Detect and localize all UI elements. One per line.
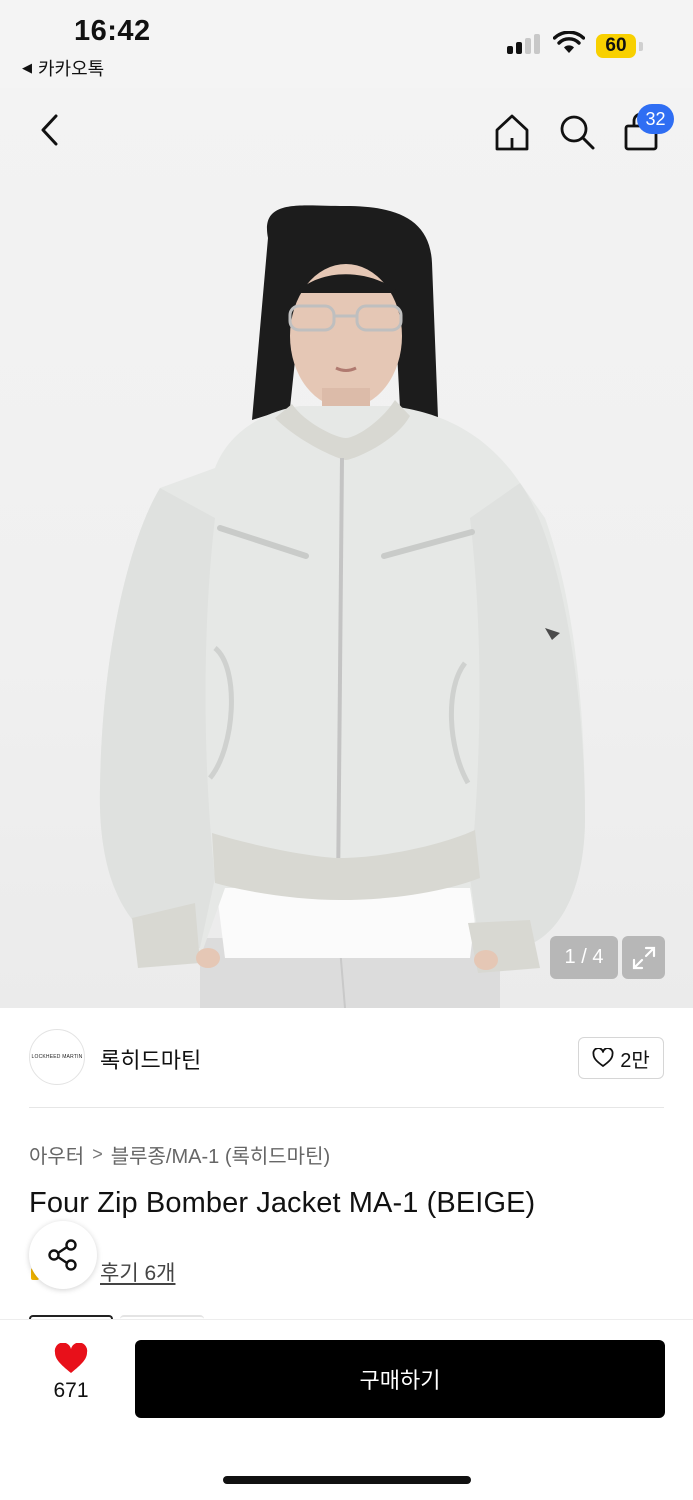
cart-count-badge: 32 <box>637 104 674 134</box>
share-button[interactable] <box>29 1221 97 1289</box>
search-icon <box>560 115 595 150</box>
brand-like-count: 2만 <box>620 1049 650 1072</box>
divider <box>29 1107 664 1108</box>
status-bar: 16:42 ◀ 카카오톡 60 <box>0 0 693 88</box>
back-button[interactable] <box>30 110 70 150</box>
product-title: Four Zip Bomber Jacket MA-1 (BEIGE) <box>29 1187 536 1219</box>
heart-outline-icon <box>592 1048 614 1067</box>
status-time: 16:42 <box>74 15 151 47</box>
product-image[interactable] <box>0 88 693 1008</box>
chevron-right-icon: > <box>92 1144 103 1164</box>
brand-logo[interactable]: LOCKHEED MARTIN <box>29 1029 85 1085</box>
home-indicator <box>223 1476 471 1484</box>
back-app-label: 카카오톡 <box>38 59 105 79</box>
battery-cap <box>639 42 643 51</box>
back-chevron-icon <box>41 114 58 146</box>
buy-button[interactable]: 구매하기 <box>135 1340 665 1418</box>
breadcrumb-category[interactable]: 아우터 <box>29 1140 84 1169</box>
battery-indicator: 60 <box>596 34 636 58</box>
brand-logo-text: LOCKHEED MARTIN <box>31 1054 83 1060</box>
brand-name[interactable]: 록히드마틴 <box>100 1043 201 1075</box>
wishlist-button[interactable]: 671 <box>36 1343 106 1403</box>
wifi-icon <box>553 31 585 53</box>
breadcrumb: 아우터 > 블루종/MA-1 (록히드마틴) <box>29 1140 330 1169</box>
expand-icon <box>632 946 655 969</box>
share-icon <box>48 1239 77 1271</box>
expand-image-button[interactable] <box>622 936 665 979</box>
breadcrumb-subcategory[interactable]: 블루종/MA-1 (록히드마틴) <box>111 1140 330 1169</box>
brand-like-button[interactable]: 2만 <box>578 1037 664 1079</box>
triangle-left-icon: ◀ <box>22 60 32 75</box>
heart-filled-icon <box>54 1343 88 1373</box>
review-link[interactable]: 후기 6개 <box>100 1257 175 1287</box>
home-button[interactable] <box>490 110 534 154</box>
home-icon <box>495 114 529 151</box>
image-counter: 1 / 4 <box>550 936 618 979</box>
cellular-signal-icon <box>507 34 540 54</box>
product-photo <box>99 205 585 1008</box>
wishlist-count: 671 <box>53 1379 89 1402</box>
back-to-app-link[interactable]: ◀ 카카오톡 <box>22 55 104 81</box>
search-button[interactable] <box>555 110 599 154</box>
